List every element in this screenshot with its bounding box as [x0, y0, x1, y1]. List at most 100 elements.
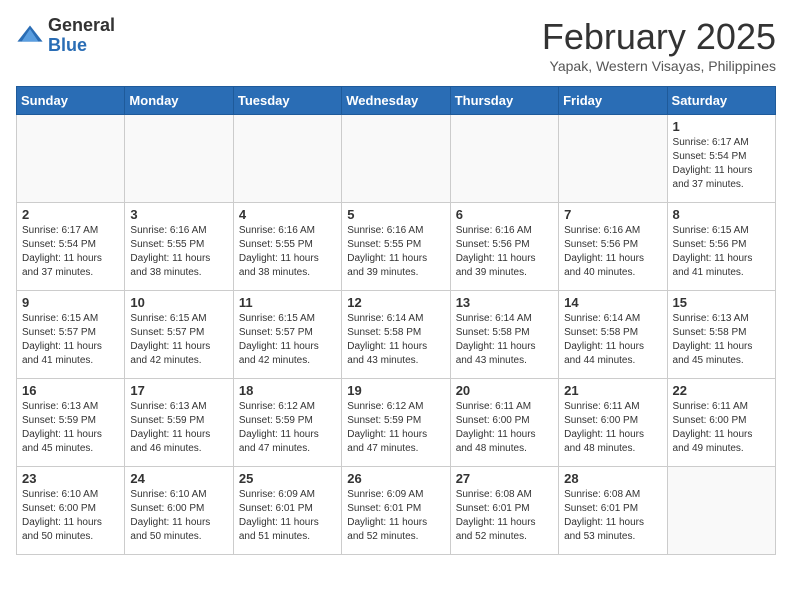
logo-text: General Blue [48, 16, 115, 56]
calendar-week-3: 9 Sunrise: 6:15 AM Sunset: 5:57 PM Daylig… [17, 291, 776, 379]
day-number: 6 [456, 207, 553, 222]
calendar-cell: 26 Sunrise: 6:09 AM Sunset: 6:01 PM Dayli… [342, 467, 450, 555]
logo-icon [16, 22, 44, 50]
calendar-week-2: 2 Sunrise: 6:17 AM Sunset: 5:54 PM Daylig… [17, 203, 776, 291]
day-info: Sunrise: 6:11 AM Sunset: 6:00 PM Dayligh… [673, 400, 770, 456]
day-number: 17 [130, 383, 227, 398]
day-info: Sunrise: 6:10 AM Sunset: 6:00 PM Dayligh… [130, 488, 227, 544]
day-of-week-friday: Friday [559, 87, 667, 115]
calendar-cell: 27 Sunrise: 6:08 AM Sunset: 6:01 PM Dayli… [450, 467, 558, 555]
day-of-week-thursday: Thursday [450, 87, 558, 115]
day-info: Sunrise: 6:09 AM Sunset: 6:01 PM Dayligh… [347, 488, 444, 544]
day-number: 28 [564, 471, 661, 486]
day-info: Sunrise: 6:14 AM Sunset: 5:58 PM Dayligh… [564, 312, 661, 368]
day-number: 25 [239, 471, 336, 486]
calendar-cell: 10Sunrise: 6:15 AM Sunset: 5:57 PM Dayli… [125, 291, 233, 379]
day-of-week-tuesday: Tuesday [233, 87, 341, 115]
logo-general: General [48, 16, 115, 36]
calendar-week-4: 16Sunrise: 6:13 AM Sunset: 5:59 PM Dayli… [17, 379, 776, 467]
day-info: Sunrise: 6:08 AM Sunset: 6:01 PM Dayligh… [456, 488, 553, 544]
calendar-cell: 13Sunrise: 6:14 AM Sunset: 5:58 PM Dayli… [450, 291, 558, 379]
calendar-cell: 23 Sunrise: 6:10 AM Sunset: 6:00 PM Dayli… [17, 467, 125, 555]
calendar-cell: 5Sunrise: 6:16 AM Sunset: 5:55 PM Daylig… [342, 203, 450, 291]
day-number: 5 [347, 207, 444, 222]
calendar-cell: 21 Sunrise: 6:11 AM Sunset: 6:00 PM Dayli… [559, 379, 667, 467]
logo: General Blue [16, 16, 115, 56]
day-info: Sunrise: 6:12 AM Sunset: 5:59 PM Dayligh… [347, 400, 444, 456]
day-number: 3 [130, 207, 227, 222]
day-info: Sunrise: 6:17 AM Sunset: 5:54 PM Dayligh… [22, 224, 119, 280]
calendar-table: SundayMondayTuesdayWednesdayThursdayFrid… [16, 86, 776, 555]
day-number: 4 [239, 207, 336, 222]
day-number: 20 [456, 383, 553, 398]
day-number: 15 [673, 295, 770, 310]
day-of-week-monday: Monday [125, 87, 233, 115]
calendar-cell [667, 467, 775, 555]
calendar-cell: 2 Sunrise: 6:17 AM Sunset: 5:54 PM Daylig… [17, 203, 125, 291]
day-info: Sunrise: 6:15 AM Sunset: 5:57 PM Dayligh… [130, 312, 227, 368]
calendar-cell: 19Sunrise: 6:12 AM Sunset: 5:59 PM Dayli… [342, 379, 450, 467]
calendar-cell: 22 Sunrise: 6:11 AM Sunset: 6:00 PM Dayli… [667, 379, 775, 467]
calendar-cell [450, 115, 558, 203]
calendar-week-1: 1Sunrise: 6:17 AM Sunset: 5:54 PM Daylig… [17, 115, 776, 203]
calendar-week-5: 23 Sunrise: 6:10 AM Sunset: 6:00 PM Dayli… [17, 467, 776, 555]
day-info: Sunrise: 6:15 AM Sunset: 5:57 PM Dayligh… [22, 312, 119, 368]
day-number: 26 [347, 471, 444, 486]
day-info: Sunrise: 6:13 AM Sunset: 5:59 PM Dayligh… [22, 400, 119, 456]
calendar-cell [233, 115, 341, 203]
day-number: 13 [456, 295, 553, 310]
day-of-week-wednesday: Wednesday [342, 87, 450, 115]
day-number: 24 [130, 471, 227, 486]
day-info: Sunrise: 6:16 AM Sunset: 5:56 PM Dayligh… [456, 224, 553, 280]
day-number: 23 [22, 471, 119, 486]
day-info: Sunrise: 6:15 AM Sunset: 5:57 PM Dayligh… [239, 312, 336, 368]
day-number: 21 [564, 383, 661, 398]
day-number: 12 [347, 295, 444, 310]
calendar-cell: 8 Sunrise: 6:15 AM Sunset: 5:56 PM Daylig… [667, 203, 775, 291]
day-number: 18 [239, 383, 336, 398]
day-info: Sunrise: 6:14 AM Sunset: 5:58 PM Dayligh… [347, 312, 444, 368]
calendar-cell: 1Sunrise: 6:17 AM Sunset: 5:54 PM Daylig… [667, 115, 775, 203]
day-of-week-sunday: Sunday [17, 87, 125, 115]
calendar-cell: 16Sunrise: 6:13 AM Sunset: 5:59 PM Dayli… [17, 379, 125, 467]
day-number: 11 [239, 295, 336, 310]
day-info: Sunrise: 6:11 AM Sunset: 6:00 PM Dayligh… [456, 400, 553, 456]
day-info: Sunrise: 6:16 AM Sunset: 5:55 PM Dayligh… [239, 224, 336, 280]
calendar-cell: 4 Sunrise: 6:16 AM Sunset: 5:55 PM Daylig… [233, 203, 341, 291]
day-info: Sunrise: 6:13 AM Sunset: 5:59 PM Dayligh… [130, 400, 227, 456]
day-info: Sunrise: 6:11 AM Sunset: 6:00 PM Dayligh… [564, 400, 661, 456]
calendar-cell: 18Sunrise: 6:12 AM Sunset: 5:59 PM Dayli… [233, 379, 341, 467]
header-right: February 2025 Yapak, Western Visayas, Ph… [542, 16, 776, 74]
logo-blue: Blue [48, 36, 115, 56]
day-number: 2 [22, 207, 119, 222]
calendar-cell: 9 Sunrise: 6:15 AM Sunset: 5:57 PM Daylig… [17, 291, 125, 379]
day-info: Sunrise: 6:15 AM Sunset: 5:56 PM Dayligh… [673, 224, 770, 280]
day-number: 22 [673, 383, 770, 398]
day-info: Sunrise: 6:16 AM Sunset: 5:55 PM Dayligh… [130, 224, 227, 280]
day-info: Sunrise: 6:09 AM Sunset: 6:01 PM Dayligh… [239, 488, 336, 544]
day-number: 1 [673, 119, 770, 134]
calendar-cell: 24 Sunrise: 6:10 AM Sunset: 6:00 PM Dayli… [125, 467, 233, 555]
calendar-cell: 15 Sunrise: 6:13 AM Sunset: 5:58 PM Dayli… [667, 291, 775, 379]
calendar-cell: 3 Sunrise: 6:16 AM Sunset: 5:55 PM Daylig… [125, 203, 233, 291]
calendar-cell: 12 Sunrise: 6:14 AM Sunset: 5:58 PM Dayli… [342, 291, 450, 379]
day-number: 27 [456, 471, 553, 486]
day-number: 7 [564, 207, 661, 222]
days-header-row: SundayMondayTuesdayWednesdayThursdayFrid… [17, 87, 776, 115]
calendar-cell: 20 Sunrise: 6:11 AM Sunset: 6:00 PM Dayli… [450, 379, 558, 467]
calendar-cell [125, 115, 233, 203]
day-number: 8 [673, 207, 770, 222]
calendar-cell: 14 Sunrise: 6:14 AM Sunset: 5:58 PM Dayli… [559, 291, 667, 379]
calendar-cell: 11 Sunrise: 6:15 AM Sunset: 5:57 PM Dayli… [233, 291, 341, 379]
day-info: Sunrise: 6:16 AM Sunset: 5:56 PM Dayligh… [564, 224, 661, 280]
day-number: 9 [22, 295, 119, 310]
day-info: Sunrise: 6:13 AM Sunset: 5:58 PM Dayligh… [673, 312, 770, 368]
month-title: February 2025 [542, 16, 776, 58]
day-number: 14 [564, 295, 661, 310]
calendar-cell: 25 Sunrise: 6:09 AM Sunset: 6:01 PM Dayli… [233, 467, 341, 555]
calendar-cell [342, 115, 450, 203]
day-info: Sunrise: 6:10 AM Sunset: 6:00 PM Dayligh… [22, 488, 119, 544]
calendar-cell: 7 Sunrise: 6:16 AM Sunset: 5:56 PM Daylig… [559, 203, 667, 291]
location: Yapak, Western Visayas, Philippines [542, 58, 776, 74]
calendar-cell [17, 115, 125, 203]
